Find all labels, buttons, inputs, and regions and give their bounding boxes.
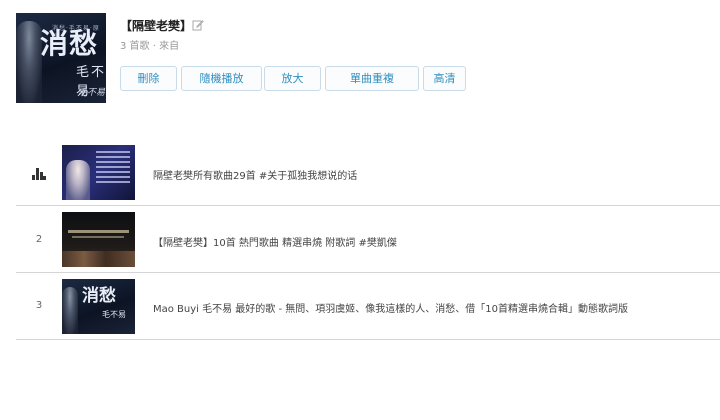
track-title[interactable]: 隔壁老樊所有歌曲29首 #关于孤独我想说的话 — [153, 167, 357, 182]
shuffle-play-button[interactable]: 隨機播放 — [181, 66, 262, 91]
playing-bars-icon — [32, 168, 46, 180]
track-number: 2 — [35, 234, 43, 245]
meta-fade — [176, 38, 246, 50]
cover-figure — [16, 21, 42, 103]
thumbnail-subtitle: 毛不易 — [102, 310, 126, 319]
cover-signature: 毛不易 — [78, 88, 106, 98]
hd-button[interactable]: 高清 — [423, 66, 466, 91]
delete-button[interactable]: 刪除 — [120, 66, 177, 91]
enlarge-button[interactable]: 放大 — [264, 66, 321, 91]
track-row-2[interactable]: 2 【隔壁老樊】10首 熱門歌曲 精選串燒 附歌詞 #樊凱傑 — [16, 207, 720, 273]
cover-title: 消愁 — [40, 27, 99, 60]
thumbnail-title: 消愁 — [82, 286, 116, 306]
track-title[interactable]: Mao Buyi 毛不易 最好的歌 - 無問、項羽虞姬、像我這樣的人、消愁、借「… — [153, 300, 628, 315]
track-row-1[interactable]: 隔壁老樊所有歌曲29首 #关于孤独我想说的话 — [16, 140, 720, 206]
track-title[interactable]: 【隔壁老樊】10首 熱門歌曲 精選串燒 附歌詞 #樊凱傑 — [153, 234, 397, 249]
playlist-title: 【隔壁老樊】 — [120, 19, 193, 33]
edit-icon[interactable] — [192, 19, 204, 31]
track-thumbnail[interactable] — [62, 212, 135, 267]
playlist-header: 消愁·毛不易·原唱 消愁 毛不易 毛不易 【隔壁老樊】 3 首歌 · 來自 刪除… — [0, 0, 720, 120]
track-number: 3 — [35, 300, 43, 311]
playlist-meta: 3 首歌 · 來自 — [120, 41, 180, 52]
track-row-3[interactable]: 3 消愁 毛不易 Mao Buyi 毛不易 最好的歌 - 無問、項羽虞姬、像我這… — [16, 274, 720, 340]
track-thumbnail[interactable]: 消愁 毛不易 — [62, 279, 135, 334]
track-thumbnail[interactable] — [62, 145, 135, 200]
repeat-one-button[interactable]: 單曲重複 — [325, 66, 419, 91]
playlist-cover[interactable]: 消愁·毛不易·原唱 消愁 毛不易 毛不易 — [16, 13, 106, 103]
